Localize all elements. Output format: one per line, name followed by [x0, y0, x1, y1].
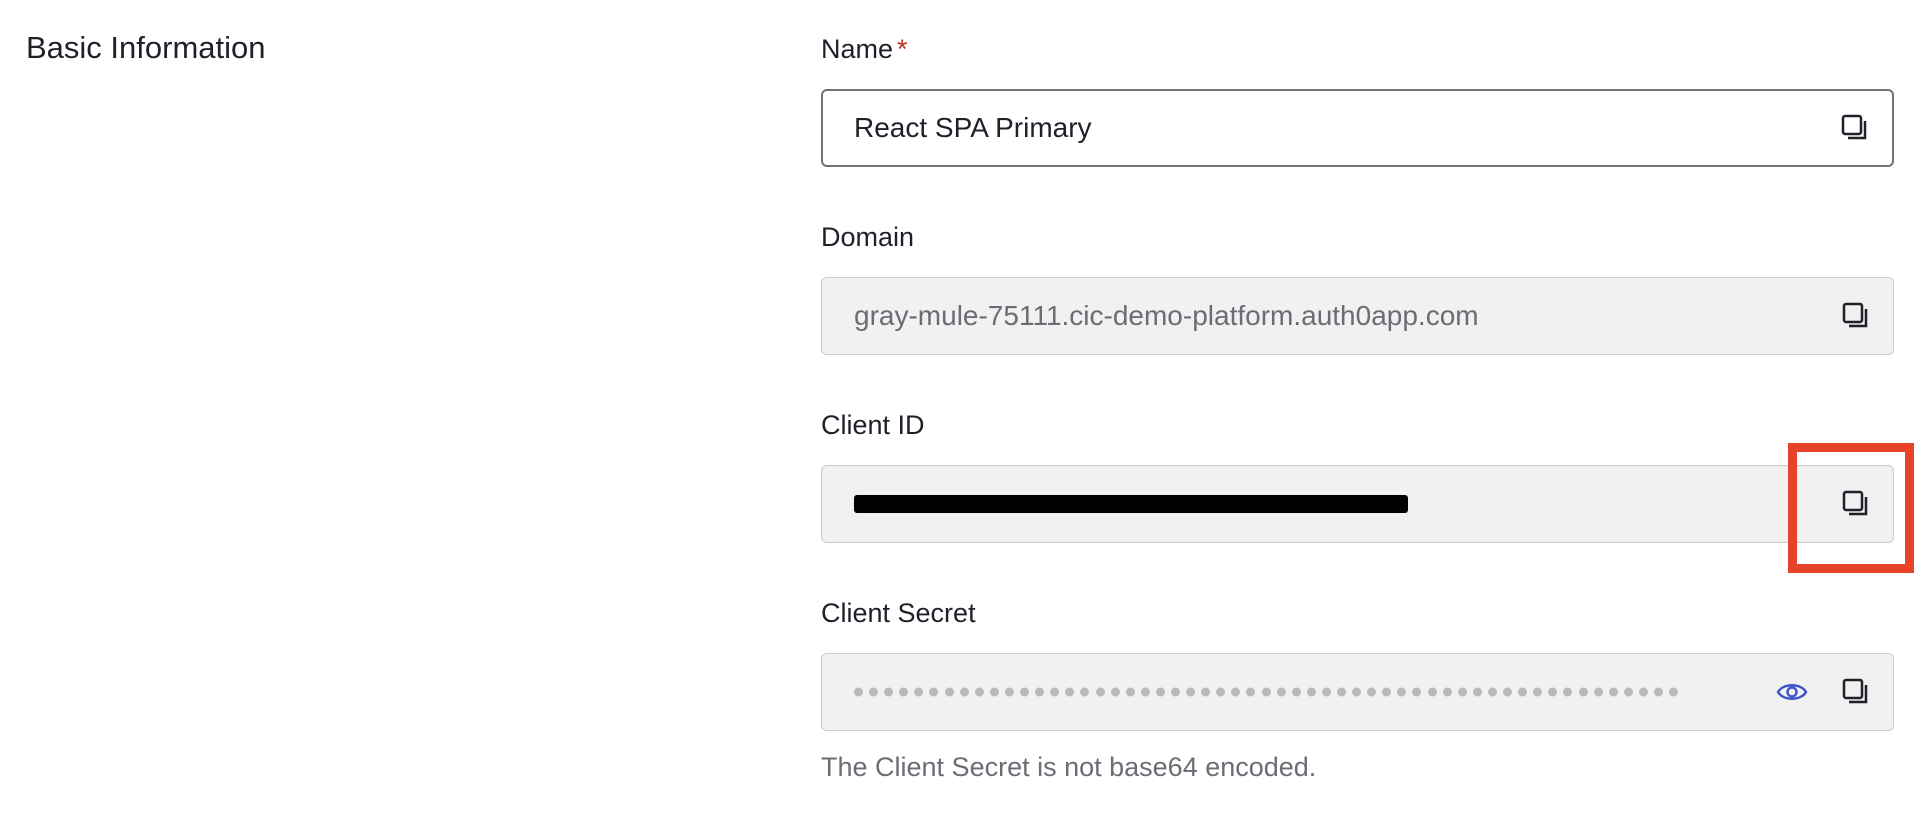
copy-icon	[1842, 302, 1868, 328]
mask-dot	[1035, 687, 1045, 697]
mask-dot	[1291, 687, 1301, 697]
domain-field: gray-mule-75111.cic-demo-platform.auth0a…	[821, 277, 1894, 355]
copy-icon	[1841, 114, 1867, 140]
mask-dot	[1397, 687, 1407, 697]
mask-dot	[1382, 687, 1392, 697]
mask-dot	[974, 687, 984, 697]
name-input[interactable]: React SPA Primary	[821, 89, 1894, 167]
mask-dot	[1578, 687, 1588, 697]
mask-dot	[1306, 687, 1316, 697]
copy-client-secret-button[interactable]	[1835, 671, 1877, 713]
mask-dot	[1442, 687, 1452, 697]
mask-dot	[914, 687, 924, 697]
mask-dot	[869, 687, 879, 697]
mask-dot	[1095, 687, 1105, 697]
name-label: Name *	[821, 34, 908, 65]
mask-dot	[1155, 687, 1165, 697]
reveal-secret-button[interactable]	[1771, 671, 1813, 713]
mask-dot	[1352, 687, 1362, 697]
redaction-bar	[854, 495, 1408, 513]
mask-dot	[1201, 687, 1211, 697]
domain-value: gray-mule-75111.cic-demo-platform.auth0a…	[854, 300, 1479, 331]
required-marker: *	[897, 34, 908, 64]
mask-dot	[944, 687, 954, 697]
mask-dot	[854, 687, 863, 697]
mask-dot	[1140, 687, 1150, 697]
domain-label: Domain	[821, 222, 915, 252]
client-secret-helper: The Client Secret is not base64 encoded.	[821, 752, 1317, 782]
mask-dot	[1065, 687, 1075, 697]
mask-dot	[1623, 687, 1633, 697]
mask-dot	[1533, 687, 1543, 697]
mask-dot	[1276, 687, 1286, 697]
mask-dot	[959, 687, 969, 697]
client-secret-label: Client Secret	[821, 598, 976, 628]
mask-dot	[929, 687, 939, 697]
mask-dot	[1080, 687, 1090, 697]
mask-dot	[1669, 687, 1679, 697]
mask-dot	[1563, 687, 1573, 697]
client-id-field	[821, 465, 1894, 543]
name-label-text: Name	[821, 34, 894, 64]
mask-dot	[1110, 687, 1120, 697]
copy-name-button[interactable]	[1834, 107, 1876, 149]
mask-dot	[1638, 687, 1648, 697]
mask-dot	[1186, 687, 1196, 697]
mask-dot	[1216, 687, 1226, 697]
mask-dot	[1020, 687, 1030, 697]
client-secret-field	[821, 653, 1894, 731]
mask-dot	[1472, 687, 1482, 697]
masked-secret	[854, 687, 1679, 697]
mask-dot	[1050, 687, 1060, 697]
mask-dot	[1412, 687, 1422, 697]
mask-dot	[1457, 687, 1467, 697]
highlight-box	[1788, 443, 1914, 573]
mask-dot	[1170, 687, 1180, 697]
mask-dot	[1337, 687, 1346, 697]
mask-dot	[1518, 687, 1528, 697]
mask-dot	[1261, 687, 1271, 697]
mask-dot	[1321, 687, 1331, 697]
mask-dot	[1231, 687, 1241, 697]
mask-dot	[1503, 687, 1513, 697]
name-value[interactable]: React SPA Primary	[854, 112, 1092, 144]
client-id-label: Client ID	[821, 410, 925, 440]
mask-dot	[1593, 687, 1603, 697]
mask-dot	[1125, 687, 1135, 697]
mask-dot	[1367, 687, 1377, 697]
copy-domain-button[interactable]	[1835, 295, 1877, 337]
mask-dot	[989, 687, 999, 697]
section-title: Basic Information	[26, 30, 266, 65]
mask-dot	[1487, 687, 1497, 697]
eye-icon	[1776, 684, 1808, 700]
mask-dot	[884, 687, 894, 697]
mask-dot	[1427, 687, 1437, 697]
copy-icon	[1842, 678, 1868, 704]
mask-dot	[1246, 687, 1256, 697]
mask-dot	[1608, 687, 1618, 697]
mask-dot	[1653, 687, 1663, 697]
mask-dot	[1004, 687, 1014, 697]
mask-dot	[899, 687, 909, 697]
mask-dot	[1548, 687, 1558, 697]
